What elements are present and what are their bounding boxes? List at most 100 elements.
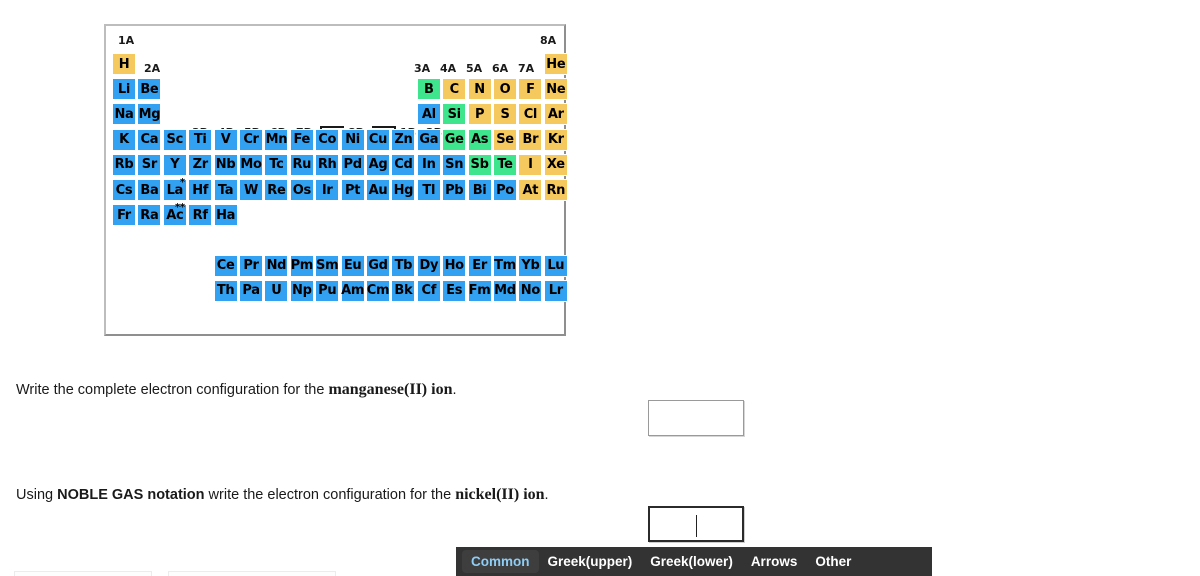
element-cell-ar[interactable]: Ar <box>543 103 568 126</box>
element-cell-h[interactable]: H <box>112 53 136 75</box>
element-cell-po[interactable]: Po <box>493 179 517 201</box>
element-cell-gd[interactable]: Gd <box>366 254 390 277</box>
element-cell-u[interactable]: U <box>264 279 289 302</box>
element-cell-cl[interactable]: Cl <box>518 103 543 126</box>
element-cell-cs[interactable]: Cs <box>112 179 136 201</box>
element-cell-br[interactable]: Br <box>518 128 543 151</box>
element-cell-he[interactable]: He <box>543 53 568 75</box>
element-cell-pr[interactable]: Pr <box>239 254 263 277</box>
math-tab-common[interactable]: Common <box>462 550 539 573</box>
element-cell-sm[interactable]: Sm <box>315 254 340 277</box>
element-cell-rf[interactable]: Rf <box>188 204 213 227</box>
element-cell-fe[interactable]: Fe <box>289 128 314 151</box>
element-cell-ga[interactable]: Ga <box>416 128 441 151</box>
element-cell-mn[interactable]: Mn <box>264 128 289 151</box>
element-cell-la[interactable]: La * <box>162 178 187 201</box>
element-cell-ta[interactable]: Ta <box>213 179 238 201</box>
element-cell-zn[interactable]: Zn <box>391 128 416 151</box>
element-cell-y[interactable]: Y <box>162 153 187 176</box>
element-cell-ti[interactable]: Ti <box>188 128 213 151</box>
element-cell-rn[interactable]: Rn <box>543 179 568 201</box>
element-cell-sn[interactable]: Sn <box>442 153 467 176</box>
element-cell-se[interactable]: Se <box>493 128 517 151</box>
element-cell-cu[interactable]: Cu <box>366 128 390 151</box>
element-cell-ha[interactable]: Ha <box>213 204 238 227</box>
element-cell-s[interactable]: S <box>493 103 517 126</box>
element-cell-np[interactable]: Np <box>289 279 314 302</box>
element-cell-tc[interactable]: Tc <box>264 153 289 176</box>
element-cell-xe[interactable]: Xe <box>543 153 568 176</box>
element-cell-ba[interactable]: Ba <box>137 179 162 201</box>
element-cell-o[interactable]: O <box>493 78 517 101</box>
element-cell-tm[interactable]: Tm <box>493 254 517 277</box>
element-cell-in[interactable]: In <box>416 153 441 176</box>
element-cell-os[interactable]: Os <box>289 179 314 201</box>
element-cell-w[interactable]: W <box>239 179 263 201</box>
element-cell-ce[interactable]: Ce <box>213 254 238 277</box>
element-cell-bk[interactable]: Bk <box>391 279 416 302</box>
element-cell-pu[interactable]: Pu <box>315 279 340 302</box>
element-cell-pa[interactable]: Pa <box>239 279 263 302</box>
element-cell-hg[interactable]: Hg <box>391 179 416 201</box>
element-cell-ho[interactable]: Ho <box>442 254 467 277</box>
element-cell-mg[interactable]: Mg <box>137 103 162 126</box>
element-cell-ra[interactable]: Ra <box>137 204 162 227</box>
element-cell-sb[interactable]: Sb <box>467 153 492 176</box>
element-cell-zr[interactable]: Zr <box>188 153 213 176</box>
element-cell-pb[interactable]: Pb <box>442 179 467 201</box>
element-cell-au[interactable]: Au <box>366 179 390 201</box>
element-cell-rh[interactable]: Rh <box>315 153 340 176</box>
element-cell-sc[interactable]: Sc <box>162 128 187 151</box>
element-cell-es[interactable]: Es <box>442 279 467 302</box>
element-cell-ag[interactable]: Ag <box>366 153 390 176</box>
math-tab-greekupper[interactable]: Greek(upper) <box>539 550 642 573</box>
element-cell-ni[interactable]: Ni <box>340 128 365 151</box>
element-cell-si[interactable]: Si <box>442 103 467 126</box>
element-cell-hf[interactable]: Hf <box>188 179 213 201</box>
element-cell-dy[interactable]: Dy <box>416 254 441 277</box>
element-cell-te[interactable]: Te <box>493 153 517 176</box>
element-cell-f[interactable]: F <box>518 78 543 101</box>
answer-input-manganese[interactable] <box>648 400 744 436</box>
element-cell-n[interactable]: N <box>467 78 492 101</box>
element-cell-ca[interactable]: Ca <box>137 128 162 151</box>
element-cell-ir[interactable]: Ir <box>315 179 340 201</box>
element-cell-co[interactable]: Co <box>315 128 340 151</box>
element-cell-cm[interactable]: Cm <box>366 279 390 302</box>
element-cell-cr[interactable]: Cr <box>239 128 263 151</box>
element-cell-as[interactable]: As <box>467 128 492 151</box>
answer-input-nickel[interactable] <box>648 506 744 542</box>
math-tab-other[interactable]: Other <box>806 550 860 573</box>
element-cell-pt[interactable]: Pt <box>340 179 365 201</box>
element-cell-p[interactable]: P <box>467 103 492 126</box>
element-cell-ge[interactable]: Ge <box>442 128 467 151</box>
element-cell-bi[interactable]: Bi <box>467 179 492 201</box>
element-cell-cf[interactable]: Cf <box>416 279 441 302</box>
element-cell-c[interactable]: C <box>442 78 467 101</box>
element-cell-na[interactable]: Na <box>112 103 136 126</box>
element-cell-sr[interactable]: Sr <box>137 153 162 176</box>
element-cell-ru[interactable]: Ru <box>289 153 314 176</box>
element-cell-ac[interactable]: Ac ** <box>162 203 187 227</box>
element-cell-ne[interactable]: Ne <box>543 78 568 101</box>
element-cell-md[interactable]: Md <box>493 279 517 302</box>
element-cell-yb[interactable]: Yb <box>518 254 543 277</box>
element-cell-nb[interactable]: Nb <box>213 153 238 176</box>
element-cell-be[interactable]: Be <box>137 78 162 101</box>
element-cell-fr[interactable]: Fr <box>112 204 136 227</box>
element-cell-kr[interactable]: Kr <box>543 128 568 151</box>
element-cell-tb[interactable]: Tb <box>391 254 416 277</box>
element-cell-nd[interactable]: Nd <box>264 254 289 277</box>
element-cell-li[interactable]: Li <box>112 78 136 101</box>
element-cell-th[interactable]: Th <box>213 279 238 302</box>
element-cell-mo[interactable]: Mo <box>239 153 263 176</box>
element-cell-k[interactable]: K <box>112 128 136 151</box>
element-cell-v[interactable]: V <box>213 128 238 151</box>
element-cell-lu[interactable]: Lu <box>543 254 568 277</box>
element-cell-re[interactable]: Re <box>264 179 289 201</box>
element-cell-rb[interactable]: Rb <box>112 153 136 176</box>
element-cell-at[interactable]: At <box>518 179 543 201</box>
element-cell-b[interactable]: B <box>416 78 441 101</box>
math-tab-arrows[interactable]: Arrows <box>742 550 807 573</box>
element-cell-pm[interactable]: Pm <box>289 254 314 277</box>
